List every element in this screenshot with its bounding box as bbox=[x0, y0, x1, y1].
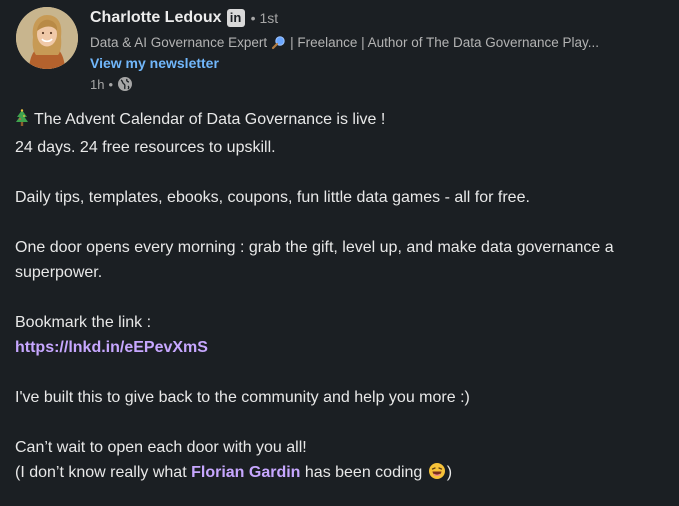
calendar-link[interactable]: https://lnkd.in/eEPevXmS bbox=[15, 339, 208, 356]
author-avatar[interactable] bbox=[16, 7, 78, 69]
feed-post: Charlotte Ledoux in • 1st Data & AI Gove… bbox=[0, 0, 679, 506]
view-newsletter-link[interactable]: View my newsletter bbox=[90, 55, 219, 71]
magnifying-glass-icon bbox=[271, 35, 286, 50]
meta-separator: • bbox=[108, 76, 114, 92]
linkedin-premium-icon: in bbox=[226, 9, 245, 27]
post-meta: 1h • bbox=[90, 76, 133, 92]
mention-florian-gardin[interactable]: Florian Gardin bbox=[191, 464, 300, 481]
post-line-4: One door opens every morning : grab the … bbox=[15, 239, 614, 281]
laughing-face-icon bbox=[428, 462, 446, 488]
line8-close: ) bbox=[446, 464, 453, 481]
post-line-7: Can’t wait to open each door with you al… bbox=[15, 439, 307, 456]
post-line-1: The Advent Calendar of Data Governance i… bbox=[15, 107, 675, 135]
globe-icon bbox=[117, 76, 133, 92]
post-link-line: https://lnkd.in/eEPevXmS bbox=[15, 335, 675, 360]
post-body: The Advent Calendar of Data Governance i… bbox=[15, 107, 675, 488]
author-name[interactable]: Charlotte Ledoux bbox=[90, 9, 222, 27]
headline-prefix: Data & AI Governance Expert bbox=[90, 35, 268, 50]
line8-suffix: has been coding bbox=[304, 464, 423, 481]
post-line-2: 24 days. 24 free resources to upskill. bbox=[15, 139, 276, 156]
author-line: Charlotte Ledoux in • 1st bbox=[90, 9, 278, 27]
author-headline: Data & AI Governance Expert | Freelance … bbox=[90, 35, 670, 50]
connection-separator: • bbox=[250, 10, 256, 26]
post-line-8: (I don’t know really what Florian Gardin… bbox=[15, 460, 675, 488]
post-title-text: The Advent Calendar of Data Governance i… bbox=[34, 111, 386, 128]
post-line-3: Daily tips, templates, ebooks, coupons, … bbox=[15, 189, 530, 206]
post-line-6: I've built this to give back to the comm… bbox=[15, 389, 470, 406]
connection-degree: 1st bbox=[259, 10, 279, 26]
line8-prefix: (I don’t know really what bbox=[15, 464, 187, 481]
christmas-tree-icon bbox=[15, 109, 29, 135]
post-time: 1h bbox=[90, 76, 105, 92]
avatar-photo bbox=[16, 7, 78, 69]
headline-suffix: | Freelance | Author of The Data Governa… bbox=[290, 35, 600, 50]
post-line-5: Bookmark the link : bbox=[15, 314, 152, 331]
